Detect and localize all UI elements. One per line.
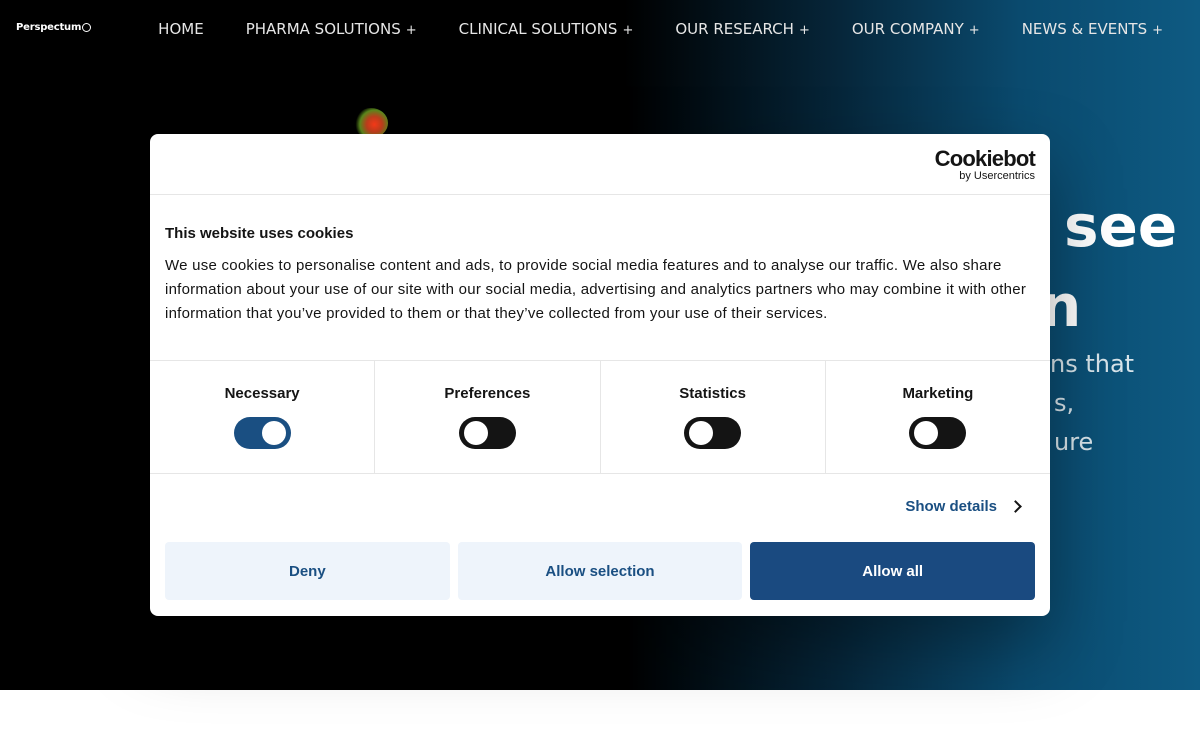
show-details-label: Show details [905, 498, 997, 515]
category-label: Statistics [679, 385, 746, 402]
category-label: Marketing [902, 385, 974, 402]
toggle-knob [261, 421, 286, 445]
dialog-title: This website uses cookies [165, 225, 354, 242]
hero-paragraph-line1: ns that [1050, 350, 1135, 378]
hero-heading-line1: see [1064, 192, 1178, 260]
plus-icon: + [968, 23, 980, 38]
allow-all-button[interactable]: Allow all [750, 542, 1036, 600]
nav-item-label: OUR RESEARCH [675, 20, 794, 38]
marketing-toggle[interactable] [909, 417, 967, 449]
allow-selection-button[interactable]: Allow selection [457, 542, 743, 600]
nav-item-label: NEWS & EVENTS [1021, 20, 1148, 38]
show-details-link[interactable]: Show details [905, 498, 1022, 515]
cookiebot-logo[interactable]: Cookiebot by Usercentrics [934, 146, 1036, 183]
logo-text: Perspectum [16, 22, 82, 33]
cookiebot-brand: Cookiebot [934, 146, 1036, 171]
nav-item-label: PHARMA SOLUTIONS [245, 20, 401, 38]
consent-categories: Necessary Preferences Statistics Marketi… [150, 360, 1050, 474]
dialog-buttons: Deny Allow selection Allow all [150, 542, 1050, 600]
category-statistics: Statistics [601, 361, 826, 473]
plus-icon: + [405, 23, 417, 38]
main-nav: HOME PHARMA SOLUTIONS + CLINICAL SOLUTION… [137, 19, 1184, 41]
toggle-knob [463, 421, 488, 445]
nav-item-label: OUR COMPANY [851, 20, 964, 38]
deny-button[interactable]: Deny [165, 542, 450, 600]
nav-item-home[interactable]: HOME [137, 19, 225, 41]
plus-icon: + [622, 23, 634, 38]
nav-item-clinical-solutions[interactable]: CLINICAL SOLUTIONS + [438, 19, 655, 41]
toggle-knob [914, 421, 939, 445]
dialog-header: Cookiebot by Usercentrics [150, 134, 1050, 195]
logo-mark-icon [82, 23, 92, 32]
preferences-toggle[interactable] [458, 417, 516, 449]
dialog-body: This website uses cookies We use cookies… [150, 195, 1050, 360]
nav-item-our-research[interactable]: OUR RESEARCH + [654, 19, 830, 41]
nav-item-our-company[interactable]: OUR COMPANY + [831, 19, 1001, 41]
plus-icon: + [1152, 23, 1163, 38]
nav-item-news-events[interactable]: NEWS & EVENTS + [1001, 19, 1184, 41]
chevron-right-icon [1009, 500, 1022, 513]
necessary-toggle[interactable] [233, 417, 291, 449]
nav-item-label: HOME [158, 20, 204, 38]
cookiebot-sub: by Usercentrics [959, 170, 1035, 182]
nav-item-label: CLINICAL SOLUTIONS [458, 20, 618, 38]
details-row: Show details [150, 474, 1050, 542]
category-label: Preferences [444, 385, 531, 402]
hero-paragraph-line3: ure [1054, 428, 1094, 456]
toggle-knob [689, 421, 714, 445]
plus-icon: + [798, 23, 810, 38]
category-label: Necessary [224, 385, 300, 402]
category-necessary: Necessary [150, 361, 376, 473]
nav-item-pharma-solutions[interactable]: PHARMA SOLUTIONS + [225, 19, 438, 41]
cookie-consent-dialog: Cookiebot by Usercentrics This website u… [150, 134, 1050, 616]
dialog-text: We use cookies to personalise content an… [165, 257, 1027, 322]
category-marketing: Marketing [826, 361, 1050, 473]
statistics-toggle[interactable] [684, 417, 742, 449]
site-logo[interactable]: Perspectum [16, 22, 92, 33]
category-preferences: Preferences [375, 361, 601, 473]
hero-paragraph-line2: s, [1054, 389, 1075, 417]
